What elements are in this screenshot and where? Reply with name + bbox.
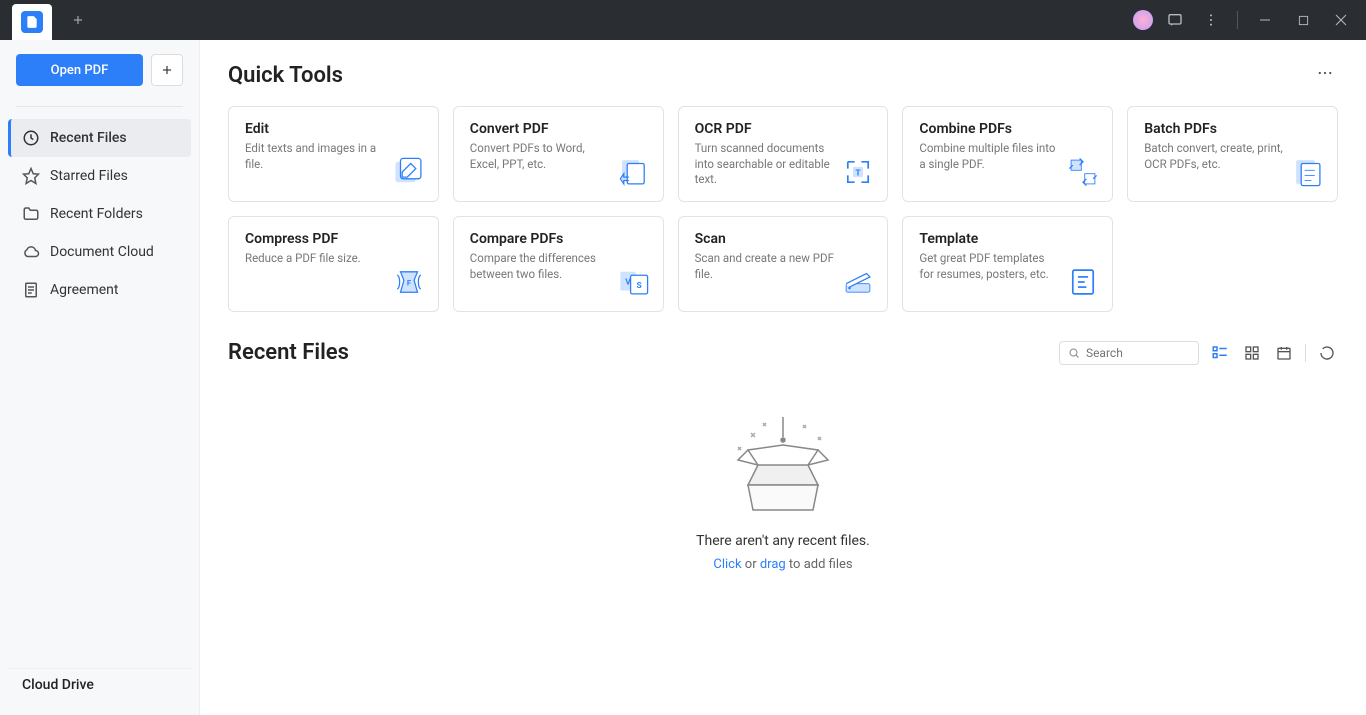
tool-card-combine-pdfs[interactable]: Combine PDFs Combine multiple files into … <box>902 106 1113 202</box>
template-icon <box>1066 265 1100 299</box>
open-pdf-button[interactable]: Open PDF <box>16 54 143 86</box>
more-vertical-icon[interactable] <box>1197 6 1225 34</box>
tool-card-scan[interactable]: Scan Scan and create a new PDF file. <box>678 216 889 312</box>
sidebar-item-starred-files[interactable]: Starred Files <box>8 157 191 195</box>
avatar[interactable] <box>1133 10 1153 30</box>
refresh-icon[interactable] <box>1316 342 1338 364</box>
titlebar-divider <box>1237 11 1238 29</box>
app-tab[interactable] <box>12 4 52 40</box>
tool-title: Edit <box>245 121 422 137</box>
chat-icon[interactable] <box>1161 6 1189 34</box>
ocr-pdf-icon: T <box>841 155 875 189</box>
convert-pdf-icon <box>617 155 651 189</box>
tool-card-compress-pdf[interactable]: Compress PDF Reduce a PDF file size. F <box>228 216 439 312</box>
svg-text:V: V <box>625 278 631 288</box>
empty-action-text: Click or drag to add files <box>713 557 852 572</box>
new-tab-button[interactable] <box>64 6 92 34</box>
more-horizontal-icon[interactable] <box>1312 60 1338 90</box>
tool-title: Compress PDF <box>245 231 422 247</box>
tool-card-ocr-pdf[interactable]: OCR PDF Turn scanned documents into searc… <box>678 106 889 202</box>
star-icon <box>22 167 40 185</box>
list-view-icon[interactable] <box>1209 342 1231 364</box>
tool-desc: Batch convert, create, print, OCR PDFs, … <box>1144 141 1284 172</box>
tool-card-compare-pdfs[interactable]: Compare PDFs Compare the differences betw… <box>453 216 664 312</box>
drag-link[interactable]: drag <box>760 557 786 572</box>
app-logo-icon <box>21 11 43 33</box>
toolbar-divider <box>1305 344 1306 362</box>
tool-desc: Combine multiple files into a single PDF… <box>919 141 1059 172</box>
tool-title: Scan <box>695 231 872 247</box>
click-link[interactable]: Click <box>713 557 741 572</box>
tool-desc: Turn scanned documents into searchable o… <box>695 141 835 188</box>
edit-icon <box>392 155 426 189</box>
divider <box>16 106 183 107</box>
maximize-button[interactable] <box>1288 6 1318 34</box>
nav-label: Starred Files <box>50 168 128 184</box>
minimize-button[interactable] <box>1250 6 1280 34</box>
batch-pdfs-icon <box>1291 155 1325 189</box>
sidebar: Open PDF Recent Files Starred Files Rece… <box>0 40 200 715</box>
compress-pdf-icon: F <box>392 265 426 299</box>
tool-card-batch-pdfs[interactable]: Batch PDFs Batch convert, create, print, … <box>1127 106 1338 202</box>
tool-card-template[interactable]: Template Get great PDF templates for resu… <box>902 216 1113 312</box>
grid-view-icon[interactable] <box>1241 342 1263 364</box>
empty-box-icon <box>723 405 843 515</box>
nav-label: Recent Folders <box>50 206 143 222</box>
tool-desc: Edit texts and images in a file. <box>245 141 385 172</box>
clock-icon <box>22 129 40 147</box>
sidebar-item-recent-files[interactable]: Recent Files <box>8 119 191 157</box>
scan-icon <box>841 265 875 299</box>
recent-files-title: Recent Files <box>228 340 349 365</box>
tool-title: OCR PDF <box>695 121 872 137</box>
nav-label: Document Cloud <box>50 244 154 260</box>
empty-message: There aren't any recent files. <box>696 533 870 549</box>
tool-title: Batch PDFs <box>1144 121 1321 137</box>
folder-icon <box>22 205 40 223</box>
tool-title: Template <box>919 231 1096 247</box>
tool-title: Convert PDF <box>470 121 647 137</box>
titlebar <box>0 0 1366 40</box>
tool-card-convert-pdf[interactable]: Convert PDF Convert PDFs to Word, Excel, … <box>453 106 664 202</box>
sidebar-item-agreement[interactable]: Agreement <box>8 271 191 309</box>
nav-label: Recent Files <box>50 130 127 146</box>
sidebar-item-document-cloud[interactable]: Document Cloud <box>8 233 191 271</box>
tool-desc: Get great PDF templates for resumes, pos… <box>919 251 1059 282</box>
nav-label: Agreement <box>50 282 118 298</box>
close-button[interactable] <box>1326 6 1356 34</box>
tool-desc: Convert PDFs to Word, Excel, PPT, etc. <box>470 141 610 172</box>
add-button[interactable] <box>151 54 183 86</box>
compare-pdfs-icon: VS <box>617 265 651 299</box>
tool-title: Compare PDFs <box>470 231 647 247</box>
search-icon <box>1068 346 1080 360</box>
sidebar-item-recent-folders[interactable]: Recent Folders <box>8 195 191 233</box>
search-box[interactable] <box>1059 341 1199 365</box>
cloud-icon <box>22 243 40 261</box>
document-icon <box>22 281 40 299</box>
search-input[interactable] <box>1086 346 1190 360</box>
tool-desc: Reduce a PDF file size. <box>245 251 385 267</box>
svg-text:T: T <box>856 168 862 178</box>
empty-state: There aren't any recent files. Click or … <box>228 405 1338 572</box>
combine-pdfs-icon <box>1066 155 1100 189</box>
content-area: Quick Tools Edit Edit texts and images in… <box>200 40 1366 715</box>
tool-title: Combine PDFs <box>919 121 1096 137</box>
cloud-drive-section[interactable]: Cloud Drive <box>8 668 191 701</box>
quick-tools-title: Quick Tools <box>228 63 343 88</box>
svg-text:S: S <box>636 281 641 291</box>
calendar-view-icon[interactable] <box>1273 342 1295 364</box>
tool-desc: Compare the differences between two file… <box>470 251 610 282</box>
quick-tools-grid: Edit Edit texts and images in a file. Conv… <box>228 106 1338 312</box>
tool-card-edit[interactable]: Edit Edit texts and images in a file. <box>228 106 439 202</box>
tool-desc: Scan and create a new PDF file. <box>695 251 835 282</box>
